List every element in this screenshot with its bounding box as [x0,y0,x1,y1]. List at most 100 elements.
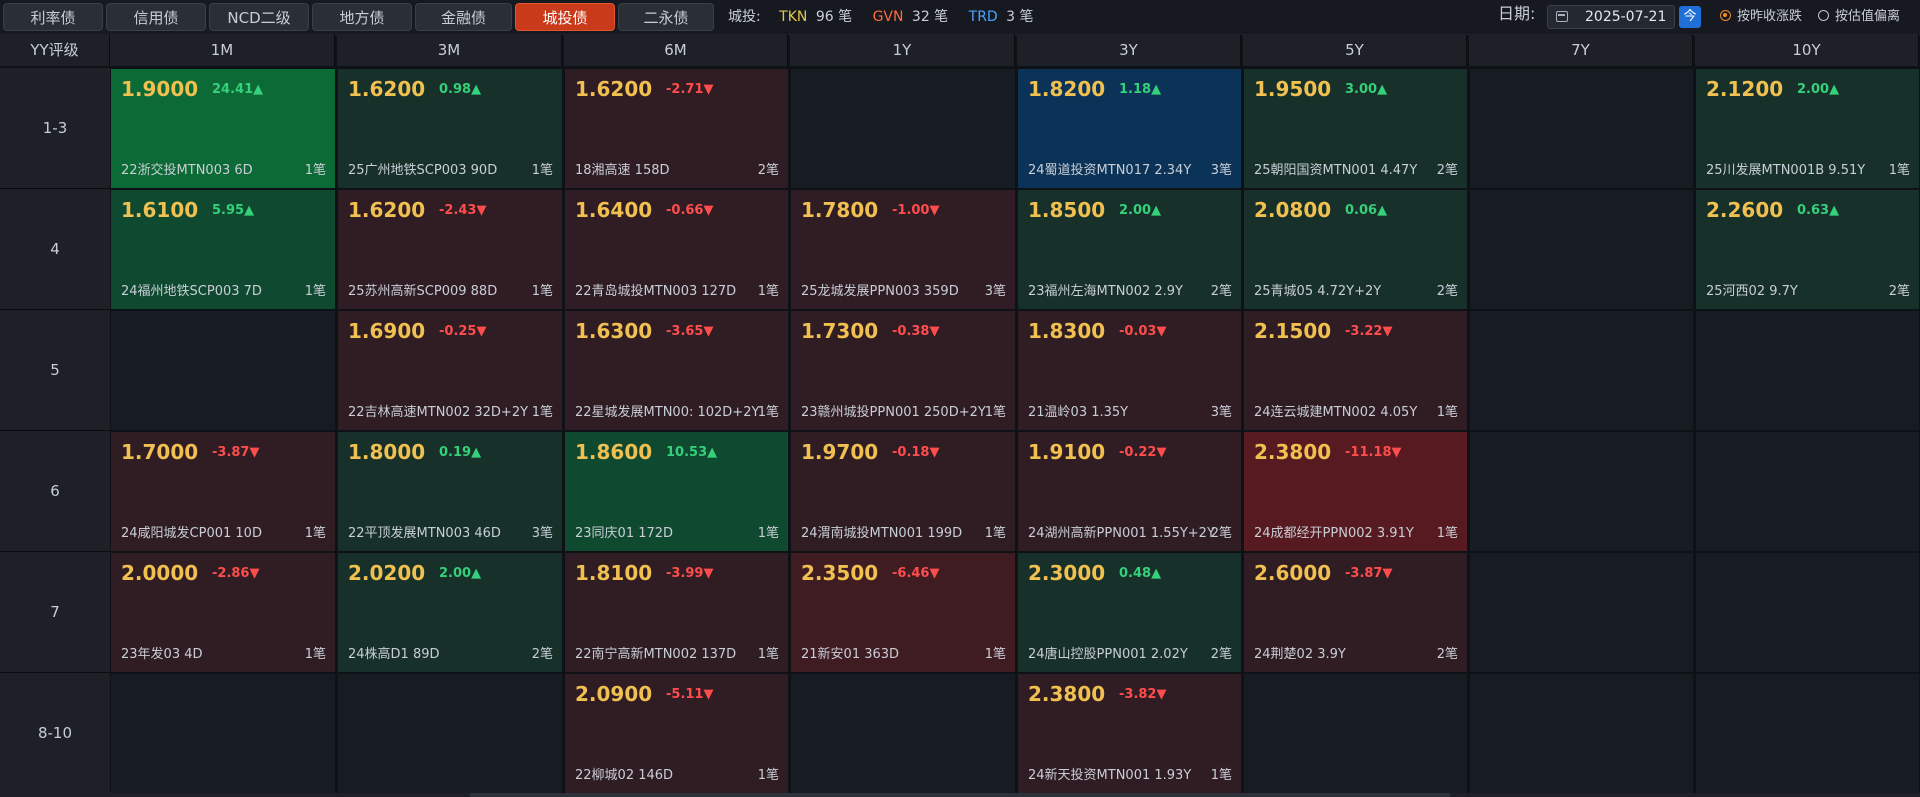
tenor-header[interactable]: 7Y [1469,34,1693,66]
quote-cell[interactable]: 2.0000 -2.86▼ 23年发03 4D 1笔 [111,553,335,672]
bond-name: 21新安01 363D [801,647,900,662]
gvn-count: 32 笔 [911,9,949,25]
empty-cell [1470,69,1693,188]
radio-unchecked-icon[interactable] [1818,10,1829,21]
quote-cell[interactable]: 2.0200 2.00▲ 24株高D1 89D 2笔 [338,553,562,672]
yield-change: -2.86▼ [212,566,260,581]
quote-cell[interactable]: 1.7300 -0.38▼ 23赣州城投PPN001 250D+2Y 1笔 [791,311,1015,430]
quote-cell[interactable]: 2.3800 -3.82▼ 24新天投资MTN001 1.93Y 1笔 [1018,674,1241,793]
radio-checked-icon[interactable] [1720,10,1731,21]
tab-2[interactable]: 信用债 [106,3,206,31]
quote-cell[interactable]: 2.2600 0.63▲ 25河西02 9.7Y 2笔 [1696,190,1919,309]
quote-cell[interactable]: 1.6100 5.95▲ 24福州地铁SCP003 7D 1笔 [111,190,335,309]
bond-name: 22青岛城投MTN003 127D [575,284,737,299]
scrollbar-thumb[interactable] [470,793,1450,797]
quote-cell[interactable]: 2.6000 -3.87▼ 24荆楚02 3.9Y 2笔 [1244,553,1467,672]
quote-cell[interactable]: 1.9100 -0.22▼ 24湖州高新PPN001 1.55Y+2Y 2笔 [1018,432,1241,551]
yield-price: 1.9700 [801,440,879,464]
yield-price: 1.9100 [1028,440,1106,464]
bond-name: 24连云城建MTN002 4.05Y [1254,405,1418,420]
yield-price: 1.8000 [348,440,426,464]
quote-cell[interactable]: 2.1200 2.00▲ 25川发展MTN001B 9.51Y 1笔 [1696,69,1919,188]
bond-name: 23年发03 4D [121,647,203,662]
trade-count: 1笔 [531,284,553,299]
yield-price: 1.6200 [575,77,653,101]
quote-cell[interactable]: 1.7800 -1.00▼ 25龙城发展PPN003 359D 3笔 [791,190,1015,309]
quote-cell[interactable]: 1.6900 -0.25▼ 22吉林高速MTN002 32D+2Y 1笔 [338,311,562,430]
yield-change: 0.98▲ [439,82,482,97]
tenor-header[interactable]: 3Y [1017,34,1241,66]
quote-cell[interactable]: 2.3000 0.48▲ 24唐山控股PPN001 2.02Y 2笔 [1018,553,1241,672]
tenor-header[interactable]: 1M [110,34,335,66]
bond-name: 22柳城02 146D [575,768,674,783]
radio-by-valuation[interactable]: 按估值偏离 [1818,0,1900,34]
yield-price: 2.3000 [1028,561,1106,585]
tab-4[interactable]: 地方债 [312,3,412,31]
quote-cell[interactable]: 1.6300 -3.65▼ 22星城发展MTN00: 102D+2Y 1笔 [565,311,788,430]
tab-1[interactable]: 利率债 [3,3,103,31]
bond-name: 21温岭03 1.35Y [1028,405,1129,420]
quote-cell[interactable]: 1.6200 0.98▲ 25广州地铁SCP003 90D 1笔 [338,69,562,188]
quote-cell[interactable]: 1.6400 -0.66▼ 22青岛城投MTN003 127D 1笔 [565,190,788,309]
horizontal-scrollbar[interactable] [0,793,1920,797]
tenor-header[interactable]: 3M [337,34,562,66]
quote-cell[interactable]: 2.0900 -5.11▼ 22柳城02 146D 1笔 [565,674,788,793]
tab-3[interactable]: NCD二级 [209,3,309,31]
quote-cell[interactable]: 1.9000 24.41▲ 22浙交投MTN003 6D 1笔 [111,69,335,188]
quote-cell[interactable]: 1.8600 10.53▲ 23同庆01 172D 1笔 [565,432,788,551]
tenor-header[interactable]: 10Y [1695,34,1919,66]
yield-change: 0.06▲ [1345,203,1388,218]
tenor-header[interactable]: 6M [564,34,788,66]
radio-by-prev-close[interactable]: 按昨收涨跌 [1720,0,1802,34]
quote-cell[interactable]: 1.9500 3.00▲ 25朝阳国资MTN001 4.47Y 2笔 [1244,69,1467,188]
tab-7[interactable]: 二永债 [618,3,714,31]
quote-cell[interactable]: 1.8000 0.19▲ 22平顶发展MTN003 46D 3笔 [338,432,562,551]
yield-price: 2.3800 [1254,440,1332,464]
trade-count: 1笔 [757,768,779,783]
trade-count: 1笔 [1436,526,1458,541]
yield-price: 1.6300 [575,319,653,343]
quote-cell[interactable]: 1.6200 -2.43▼ 25苏州高新SCP009 88D 1笔 [338,190,562,309]
bond-name: 23赣州城投PPN001 250D+2Y [801,405,986,420]
tenor-header[interactable]: 1Y [790,34,1015,66]
yield-change: 2.00▲ [1119,203,1162,218]
date-picker[interactable]: 2025-07-21 [1547,5,1675,29]
bond-name: 23同庆01 172D [575,526,674,541]
trade-count: 1笔 [531,163,553,178]
bond-name: 22星城发展MTN00: 102D+2Y [575,405,760,420]
quote-cell[interactable]: 2.1500 -3.22▼ 24连云城建MTN002 4.05Y 1笔 [1244,311,1467,430]
quote-cell[interactable]: 1.8300 -0.03▼ 21温岭03 1.35Y 3笔 [1018,311,1241,430]
quote-cell[interactable]: 1.8500 2.00▲ 23福州左海MTN002 2.9Y 2笔 [1018,190,1241,309]
quote-cell[interactable]: 2.3800 -11.18▼ 24成都经开PPN002 3.91Y 1笔 [1244,432,1467,551]
yield-price: 1.7300 [801,319,879,343]
quote-cell[interactable]: 2.3500 -6.46▼ 21新安01 363D 1笔 [791,553,1015,672]
yield-change: -3.87▼ [212,445,260,460]
bond-name: 23福州左海MTN002 2.9Y [1028,284,1183,299]
trade-count: 1笔 [1210,768,1232,783]
tab-5[interactable]: 金融债 [415,3,512,31]
quote-cell[interactable]: 2.0800 0.06▲ 25青城05 4.72Y+2Y 2笔 [1244,190,1467,309]
bond-name: 22吉林高速MTN002 32D+2Y [348,405,529,420]
yield-change: -2.43▼ [439,203,487,218]
trade-count: 2笔 [1210,284,1232,299]
bond-name: 24渭南城投MTN001 199D [801,526,963,541]
tenor-header[interactable]: 5Y [1243,34,1467,66]
empty-cell [1696,553,1919,672]
empty-cell [111,674,335,793]
yield-price: 1.6400 [575,198,653,222]
quote-cell[interactable]: 1.8100 -3.99▼ 22南宁高新MTN002 137D 1笔 [565,553,788,672]
quote-cell[interactable]: 1.6200 -2.71▼ 18湘高速 158D 2笔 [565,69,788,188]
quote-cell[interactable]: 1.9700 -0.18▼ 24渭南城投MTN001 199D 1笔 [791,432,1015,551]
tab-6[interactable]: 城投债 [515,3,615,31]
quote-cell[interactable]: 1.7000 -3.87▼ 24咸阳城发CP001 10D 1笔 [111,432,335,551]
today-button[interactable]: 今 [1679,6,1701,28]
rating-label: 6 [0,431,110,552]
yield-change: 0.63▲ [1797,203,1840,218]
bond-name: 24唐山控股PPN001 2.02Y [1028,647,1188,662]
yield-price: 2.3800 [1028,682,1106,706]
empty-cell [791,674,1015,793]
calendar-icon[interactable] [1556,11,1568,22]
trade-count: 1笔 [757,284,779,299]
quote-cell[interactable]: 1.8200 1.18▲ 24蜀道投资MTN017 2.34Y 3笔 [1018,69,1241,188]
bond-name: 24湖州高新PPN001 1.55Y+2Y [1028,526,1215,541]
